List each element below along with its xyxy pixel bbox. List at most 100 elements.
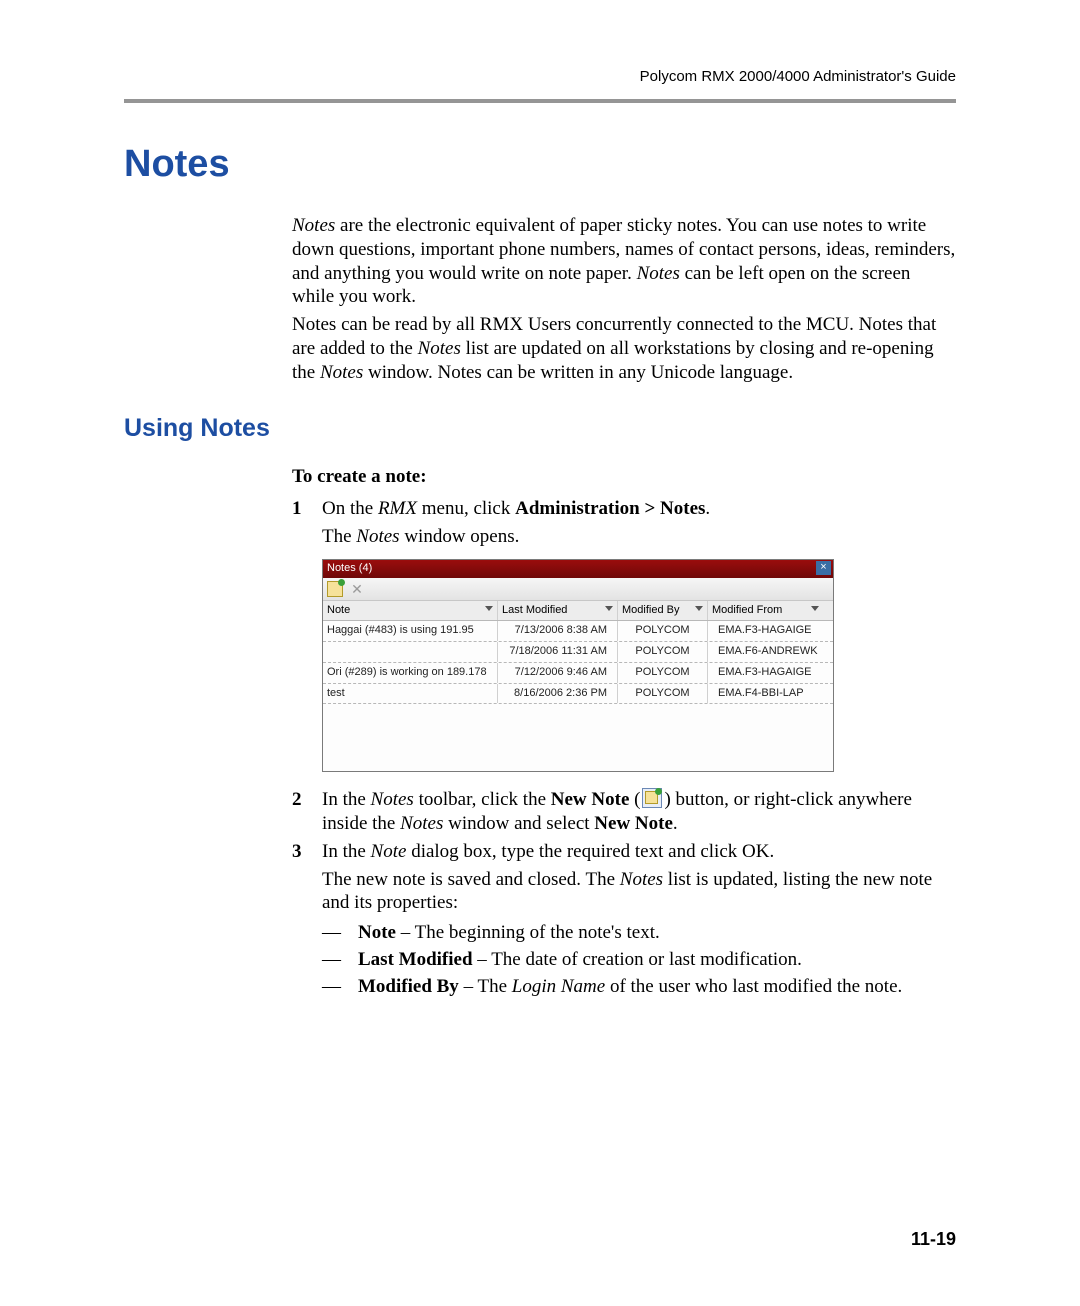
text: window opens. — [400, 526, 520, 547]
cell-last-modified: 8/16/2006 2:36 PM — [498, 684, 618, 704]
page-number: 11-19 — [911, 1229, 956, 1250]
term-login-name: Login Name — [512, 976, 605, 997]
header-rule — [124, 99, 956, 103]
text: of the user who last modified the note. — [605, 976, 902, 997]
label: Note — [358, 922, 396, 943]
table-row[interactable]: 7/18/2006 11:31 AM POLYCOM EMA.F6-ANDREW… — [323, 642, 833, 663]
text: dialog box, type the required text and c… — [406, 841, 774, 862]
term-notes: Notes — [371, 789, 414, 810]
property-list: — Note – The beginning of the note's tex… — [322, 921, 956, 998]
dash: — — [322, 948, 358, 972]
new-note-button[interactable] — [327, 581, 343, 597]
step-number: 2 — [292, 788, 322, 836]
subhead-create-note: To create a note: — [292, 465, 956, 489]
text: menu, click — [417, 498, 515, 519]
cell-modified-from: EMA.F3-HAGAIGE — [708, 663, 823, 683]
dash: — — [322, 921, 358, 945]
para-notes-intro: Notes are the electronic equivalent of p… — [292, 214, 956, 309]
col-modified-from[interactable]: Modified From — [708, 601, 823, 621]
text: In the — [322, 789, 371, 810]
cell-modified-by: POLYCOM — [618, 642, 708, 662]
col-modified-by[interactable]: Modified By — [618, 601, 708, 621]
cell-note — [323, 642, 498, 662]
list-item: — Modified By – The Login Name of the us… — [322, 975, 956, 999]
label: Last Modified — [358, 949, 473, 970]
step-3-result: The new note is saved and closed. The No… — [322, 868, 956, 916]
list-body: Note – The beginning of the note's text. — [358, 921, 956, 945]
text: toolbar, click the — [414, 789, 551, 810]
close-icon[interactable]: × — [816, 561, 831, 575]
text: . — [705, 498, 710, 519]
term-notes: Notes — [400, 813, 443, 834]
cell-last-modified: 7/12/2006 9:46 AM — [498, 663, 618, 683]
cell-modified-by: POLYCOM — [618, 663, 708, 683]
term-notes: Notes — [292, 215, 335, 236]
label: Modified By — [358, 976, 459, 997]
delete-note-button[interactable]: ✕ — [349, 581, 365, 597]
sort-icon — [605, 606, 613, 611]
col-note[interactable]: Note — [323, 601, 498, 621]
text: The — [322, 526, 356, 547]
list-body: Last Modified – The date of creation or … — [358, 948, 956, 972]
cell-last-modified: 7/13/2006 8:38 AM — [498, 621, 618, 641]
step-number: 1 — [292, 497, 322, 521]
sort-icon — [695, 606, 703, 611]
cell-modified-from: EMA.F6-ANDREWK — [708, 642, 823, 662]
notes-window-title: Notes (4) — [327, 562, 372, 576]
table-row[interactable]: Haggai (#483) is using 191.95 7/13/2006 … — [323, 621, 833, 642]
text: – The — [459, 976, 512, 997]
list-item: — Note – The beginning of the note's tex… — [322, 921, 956, 945]
para-notes-shared: Notes can be read by all RMX Users concu… — [292, 313, 956, 384]
sort-icon — [485, 606, 493, 611]
text: – The beginning of the note's text. — [396, 922, 660, 943]
label-new-note: New Note — [594, 813, 673, 834]
heading-using-notes: Using Notes — [124, 414, 956, 443]
step-3: 3 In the Note dialog box, type the requi… — [292, 840, 956, 864]
cell-last-modified: 7/18/2006 11:31 AM — [498, 642, 618, 662]
cell-modified-by: POLYCOM — [618, 621, 708, 641]
sort-icon — [811, 606, 819, 611]
label-new-note: New Note — [551, 789, 630, 810]
step-1-result: The Notes window opens. — [322, 525, 956, 549]
term-notes: Notes — [418, 338, 461, 359]
col-label: Modified From — [712, 604, 782, 616]
text: window. Notes can be written in any Unic… — [363, 362, 793, 383]
list-body: Modified By – The Login Name of the user… — [358, 975, 956, 999]
text: ( — [629, 789, 640, 810]
menu-path: Administration > Notes — [515, 498, 705, 519]
new-note-icon — [642, 788, 662, 808]
cell-note: Haggai (#483) is using 191.95 — [323, 621, 498, 641]
notes-toolbar: ✕ — [323, 578, 833, 601]
step-number: 3 — [292, 840, 322, 864]
cell-modified-from: EMA.F4-BBI-LAP — [708, 684, 823, 704]
steps-block: To create a note: 1 On the RMX menu, cli… — [292, 465, 956, 998]
body: Notes are the electronic equivalent of p… — [292, 214, 956, 384]
step-2: 2 In the Notes toolbar, click the New No… — [292, 788, 956, 836]
term-notes: Notes — [356, 526, 399, 547]
col-label: Modified By — [622, 604, 679, 616]
cell-modified-from: EMA.F3-HAGAIGE — [708, 621, 823, 641]
text: window and select — [443, 813, 594, 834]
dash: — — [322, 975, 358, 999]
header-guide-title: Polycom RMX 2000/4000 Administrator's Gu… — [124, 68, 956, 85]
step-body: On the RMX menu, click Administration > … — [322, 497, 956, 521]
col-last-modified[interactable]: Last Modified — [498, 601, 618, 621]
notes-window: Notes (4) × ✕ Note Last Modified Modifie… — [322, 559, 834, 773]
step-1: 1 On the RMX menu, click Administration … — [292, 497, 956, 521]
table-row[interactable]: test 8/16/2006 2:36 PM POLYCOM EMA.F4-BB… — [323, 684, 833, 705]
notes-titlebar: Notes (4) × — [323, 560, 833, 578]
list-item: — Last Modified – The date of creation o… — [322, 948, 956, 972]
text: The new note is saved and closed. The — [322, 869, 620, 890]
text: In the — [322, 841, 371, 862]
cell-note: Ori (#289) is working on 189.178 — [323, 663, 498, 683]
heading-notes: Notes — [124, 143, 956, 186]
term-notes: Notes — [320, 362, 363, 383]
notes-table-header: Note Last Modified Modified By Modified … — [323, 601, 833, 622]
col-label: Note — [327, 604, 350, 616]
page: Polycom RMX 2000/4000 Administrator's Gu… — [0, 0, 1080, 1306]
col-label: Last Modified — [502, 604, 567, 616]
table-row[interactable]: Ori (#289) is working on 189.178 7/12/20… — [323, 663, 833, 684]
new-note-icon — [327, 581, 343, 597]
step-body: In the Notes toolbar, click the New Note… — [322, 788, 956, 836]
term-notes: Notes — [620, 869, 663, 890]
